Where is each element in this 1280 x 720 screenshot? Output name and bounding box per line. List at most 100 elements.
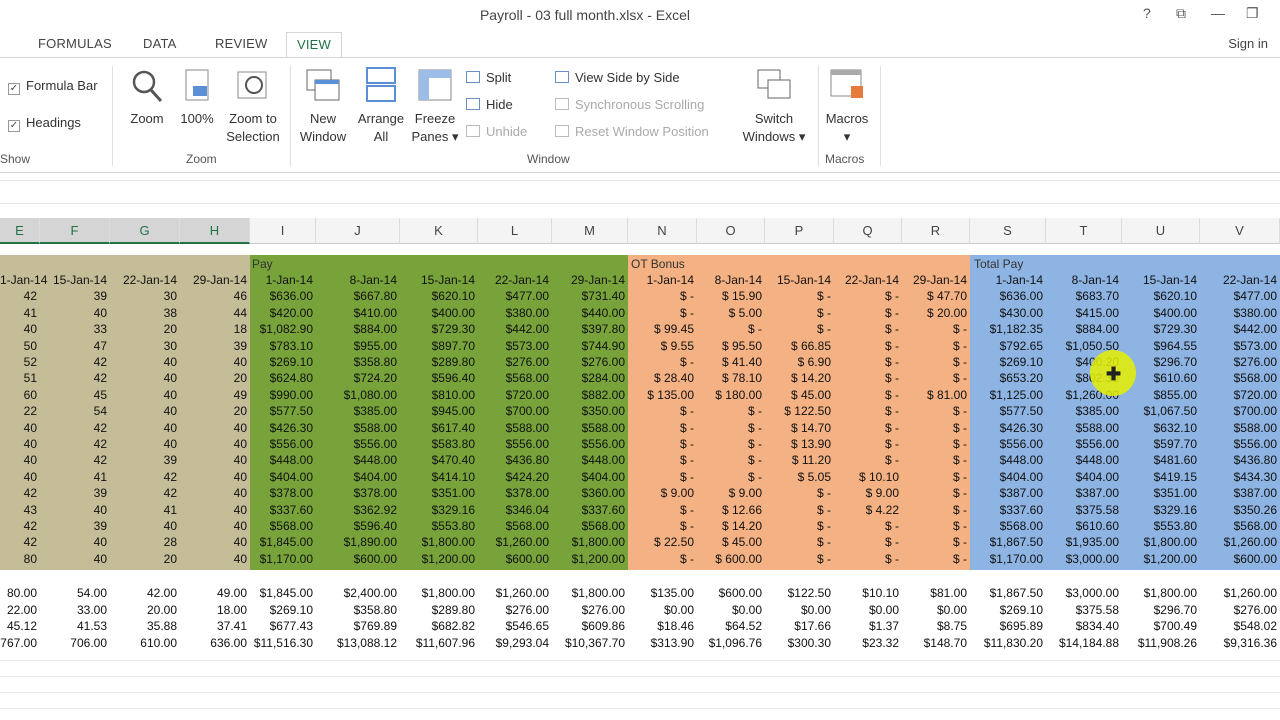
table-cell[interactable]: $573.00 xyxy=(478,338,552,354)
column-header-r[interactable]: R xyxy=(902,218,970,244)
column-header-g[interactable]: G xyxy=(110,218,180,244)
table-cell[interactable]: $ - xyxy=(834,420,902,436)
column-header-h[interactable]: H xyxy=(180,218,250,244)
table-cell[interactable]: $1,200.00 xyxy=(1122,551,1200,567)
table-cell[interactable]: $ - xyxy=(902,403,970,419)
table-cell[interactable]: $556.00 xyxy=(478,436,552,452)
summary-cell[interactable]: $1,260.00 xyxy=(1200,585,1280,601)
table-cell[interactable]: $ - xyxy=(765,305,834,321)
date-header-cell[interactable]: 15-Jan-14 xyxy=(40,272,110,288)
table-cell[interactable]: $600.00 xyxy=(478,551,552,567)
summary-cell[interactable]: $11,607.96 xyxy=(400,635,478,651)
table-cell[interactable]: $700.00 xyxy=(478,403,552,419)
table-cell[interactable]: $610.60 xyxy=(1046,518,1122,534)
table-cell[interactable]: $636.00 xyxy=(250,288,316,304)
table-cell[interactable]: $ - xyxy=(697,436,765,452)
table-cell[interactable]: $1,170.00 xyxy=(970,551,1046,567)
summary-cell[interactable]: 33.00 xyxy=(40,602,110,618)
summary-cell[interactable]: 22.00 xyxy=(0,602,40,618)
table-cell[interactable]: $810.00 xyxy=(400,387,478,403)
date-header-cell[interactable]: 8-Jan-14 xyxy=(1046,272,1122,288)
table-cell[interactable]: $792.65 xyxy=(970,338,1046,354)
table-cell[interactable]: $284.00 xyxy=(552,370,628,386)
table-cell[interactable]: $ 45.00 xyxy=(765,387,834,403)
table-cell[interactable]: 46 xyxy=(180,288,250,304)
table-cell[interactable]: $700.00 xyxy=(1200,403,1280,419)
table-cell[interactable]: 52 xyxy=(0,354,40,370)
table-cell[interactable]: $729.30 xyxy=(1122,321,1200,337)
table-cell[interactable]: $448.00 xyxy=(316,452,400,468)
table-cell[interactable]: $ - xyxy=(628,452,697,468)
table-cell[interactable]: $577.50 xyxy=(970,403,1046,419)
table-cell[interactable]: 40 xyxy=(180,551,250,567)
table-cell[interactable]: $ 12.66 xyxy=(697,502,765,518)
table-cell[interactable]: $553.80 xyxy=(1122,518,1200,534)
summary-cell[interactable]: $0.00 xyxy=(765,602,834,618)
table-cell[interactable]: $ 99.45 xyxy=(628,321,697,337)
table-cell[interactable]: $ - xyxy=(697,452,765,468)
table-cell[interactable]: $387.00 xyxy=(1200,485,1280,501)
summary-cell[interactable]: $18.46 xyxy=(628,618,697,634)
hide-button[interactable]: Hide xyxy=(466,97,513,112)
table-cell[interactable]: 33 xyxy=(40,321,110,337)
table-cell[interactable]: 20 xyxy=(110,321,180,337)
date-header-cell[interactable]: 22-Jan-14 xyxy=(110,272,180,288)
summary-cell[interactable]: 80.00 xyxy=(0,585,40,601)
zoom-button[interactable]: Zoom xyxy=(126,66,168,128)
table-cell[interactable]: $1,200.00 xyxy=(552,551,628,567)
column-header-k[interactable]: K xyxy=(400,218,478,244)
table-cell[interactable]: $600.00 xyxy=(1200,551,1280,567)
table-cell[interactable]: $ 5.00 xyxy=(697,305,765,321)
summary-cell[interactable]: $9,316.36 xyxy=(1200,635,1280,651)
table-cell[interactable]: $1,890.00 xyxy=(316,534,400,550)
table-cell[interactable]: $419.15 xyxy=(1122,469,1200,485)
summary-cell[interactable]: $276.00 xyxy=(552,602,628,618)
date-header-cell[interactable]: 22-Jan-14 xyxy=(834,272,902,288)
table-cell[interactable]: $440.00 xyxy=(552,305,628,321)
table-cell[interactable]: $ 45.00 xyxy=(697,534,765,550)
table-cell[interactable]: $276.00 xyxy=(1200,354,1280,370)
freeze-panes-button[interactable]: Freeze Panes ▾ xyxy=(408,66,462,146)
table-cell[interactable]: $360.00 xyxy=(552,485,628,501)
table-cell[interactable]: $ - xyxy=(834,403,902,419)
date-header-cell[interactable]: 29-Jan-14 xyxy=(552,272,628,288)
summary-cell[interactable]: $1,867.50 xyxy=(970,585,1046,601)
table-cell[interactable]: $1,182.35 xyxy=(970,321,1046,337)
table-cell[interactable]: $481.60 xyxy=(1122,452,1200,468)
summary-cell[interactable]: $8.75 xyxy=(902,618,970,634)
summary-cell[interactable]: $313.90 xyxy=(628,635,697,651)
table-cell[interactable]: 39 xyxy=(180,338,250,354)
table-cell[interactable]: 41 xyxy=(110,502,180,518)
table-cell[interactable]: $556.00 xyxy=(1200,436,1280,452)
table-cell[interactable]: $380.00 xyxy=(478,305,552,321)
zoom-to-selection-button[interactable]: Zoom to Selection xyxy=(222,66,284,146)
table-cell[interactable]: 42 xyxy=(40,354,110,370)
table-cell[interactable]: $448.00 xyxy=(250,452,316,468)
table-cell[interactable]: $ - xyxy=(628,469,697,485)
table-cell[interactable]: $404.00 xyxy=(316,469,400,485)
table-cell[interactable]: 40 xyxy=(110,354,180,370)
table-cell[interactable]: $620.10 xyxy=(400,288,478,304)
date-header-cell[interactable]: 8-Jan-14 xyxy=(697,272,765,288)
summary-cell[interactable]: $17.66 xyxy=(765,618,834,634)
table-cell[interactable]: $596.40 xyxy=(316,518,400,534)
table-cell[interactable]: 40 xyxy=(0,436,40,452)
table-cell[interactable]: $477.00 xyxy=(1200,288,1280,304)
date-header-cell[interactable]: 22-Jan-14 xyxy=(1200,272,1280,288)
summary-cell[interactable]: 54.00 xyxy=(40,585,110,601)
summary-cell[interactable]: $14,184.88 xyxy=(1046,635,1122,651)
table-cell[interactable]: $ 15.90 xyxy=(697,288,765,304)
table-cell[interactable]: $351.00 xyxy=(400,485,478,501)
summary-cell[interactable]: 41.53 xyxy=(40,618,110,634)
table-cell[interactable]: $945.00 xyxy=(400,403,478,419)
summary-cell[interactable]: $276.00 xyxy=(1200,602,1280,618)
table-cell[interactable]: 30 xyxy=(110,338,180,354)
table-cell[interactable]: $724.20 xyxy=(316,370,400,386)
table-cell[interactable]: $ - xyxy=(902,452,970,468)
table-cell[interactable]: $556.00 xyxy=(970,436,1046,452)
table-cell[interactable]: $ 180.00 xyxy=(697,387,765,403)
summary-cell[interactable]: $1.37 xyxy=(834,618,902,634)
table-cell[interactable]: $337.60 xyxy=(970,502,1046,518)
table-cell[interactable]: 47 xyxy=(40,338,110,354)
table-cell[interactable]: $289.80 xyxy=(400,354,478,370)
